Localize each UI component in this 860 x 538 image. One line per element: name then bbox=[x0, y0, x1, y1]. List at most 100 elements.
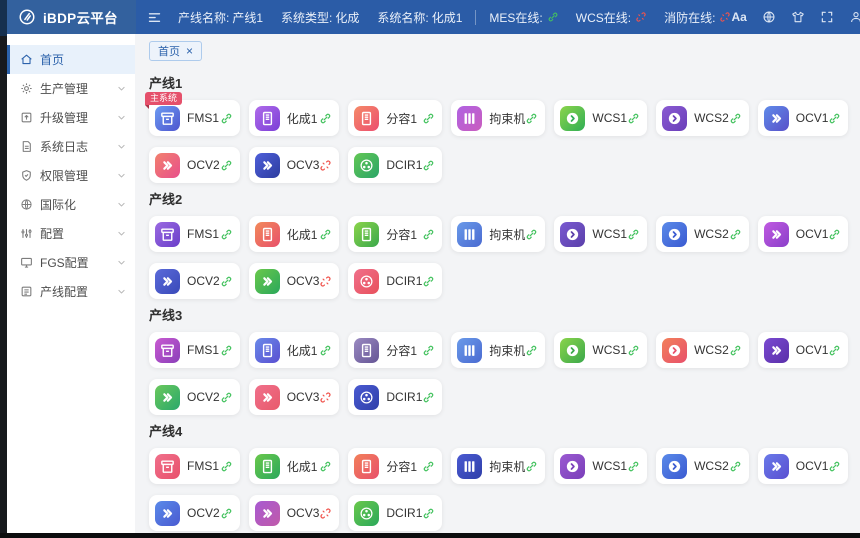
app-card-化成1[interactable]: 化成1 bbox=[249, 216, 340, 252]
app-card-拘束机[interactable]: 拘束机 bbox=[451, 216, 545, 252]
sidebar-item-production[interactable]: 生产管理 bbox=[7, 74, 135, 103]
link-icon[interactable] bbox=[220, 159, 233, 172]
app-card-分容1[interactable]: 分容1 bbox=[348, 216, 442, 252]
app-card-DCIR1[interactable]: DCIR1 bbox=[348, 147, 442, 183]
app-card-WCS2[interactable]: WCS2 bbox=[656, 332, 749, 368]
link-icon[interactable] bbox=[220, 275, 233, 288]
app-card-分容1[interactable]: 分容1 bbox=[348, 448, 442, 484]
link-icon[interactable] bbox=[729, 344, 742, 357]
app-card-分容1[interactable]: 分容1 bbox=[348, 332, 442, 368]
sidebar-collapse-icon[interactable] bbox=[147, 10, 162, 25]
app-card-拘束机[interactable]: 拘束机 bbox=[451, 332, 545, 368]
link-icon[interactable] bbox=[525, 460, 538, 473]
sidebar-item-line-config[interactable]: 产线配置 bbox=[7, 277, 135, 306]
app-card-OCV3[interactable]: OCV3 bbox=[249, 495, 340, 531]
link-icon[interactable] bbox=[627, 460, 640, 473]
app-card-拘束机[interactable]: 拘束机 bbox=[451, 448, 545, 484]
link-icon[interactable] bbox=[828, 344, 841, 357]
link-icon[interactable] bbox=[220, 112, 233, 125]
link-icon[interactable] bbox=[319, 112, 332, 125]
broken-link-icon[interactable] bbox=[319, 391, 332, 404]
link-icon[interactable] bbox=[422, 228, 435, 241]
app-card-OCV3[interactable]: OCV3 bbox=[249, 379, 340, 415]
fullscreen-icon[interactable] bbox=[820, 10, 834, 24]
app-card-分容1[interactable]: 分容1 bbox=[348, 100, 442, 136]
link-icon[interactable] bbox=[729, 460, 742, 473]
link-icon[interactable] bbox=[422, 275, 435, 288]
app-card-OCV1[interactable]: OCV1 bbox=[758, 448, 849, 484]
link-icon[interactable] bbox=[422, 112, 435, 125]
broken-link-icon[interactable] bbox=[319, 159, 332, 172]
link-icon[interactable] bbox=[220, 228, 233, 241]
app-card-WCS2[interactable]: WCS2 bbox=[656, 100, 749, 136]
app-card-OCV1[interactable]: OCV1 bbox=[758, 100, 849, 136]
app-card-DCIR1[interactable]: DCIR1 bbox=[348, 263, 442, 299]
app-card-WCS2[interactable]: WCS2 bbox=[656, 216, 749, 252]
ribbon-icon bbox=[155, 385, 180, 410]
app-card-FMS1[interactable]: 主系统FMS1 bbox=[149, 100, 240, 136]
sidebar-item-log[interactable]: 系统日志 bbox=[7, 132, 135, 161]
link-icon[interactable] bbox=[220, 460, 233, 473]
link-icon[interactable] bbox=[627, 112, 640, 125]
sidebar-item-i18n[interactable]: 国际化 bbox=[7, 190, 135, 219]
link-icon[interactable] bbox=[525, 344, 538, 357]
archive-icon bbox=[155, 222, 180, 247]
app-card-WCS1[interactable]: WCS1 bbox=[554, 448, 647, 484]
link-icon[interactable] bbox=[422, 460, 435, 473]
app-card-OCV3[interactable]: OCV3 bbox=[249, 263, 340, 299]
font-size-icon[interactable]: Aa bbox=[731, 10, 746, 24]
user-icon[interactable] bbox=[849, 10, 860, 24]
language-globe-icon[interactable] bbox=[762, 10, 776, 24]
app-card-OCV3[interactable]: OCV3 bbox=[249, 147, 340, 183]
sidebar-item-config[interactable]: 配置 bbox=[7, 219, 135, 248]
link-icon[interactable] bbox=[422, 159, 435, 172]
sidebar-item-permission[interactable]: 权限管理 bbox=[7, 161, 135, 190]
app-card-OCV1[interactable]: OCV1 bbox=[758, 216, 849, 252]
link-icon[interactable] bbox=[422, 507, 435, 520]
app-card-OCV1[interactable]: OCV1 bbox=[758, 332, 849, 368]
app-card-化成1[interactable]: 化成1 bbox=[249, 448, 340, 484]
sidebar-item-upgrade[interactable]: 升级管理 bbox=[7, 103, 135, 132]
app-card-WCS1[interactable]: WCS1 bbox=[554, 216, 647, 252]
app-card-FMS1[interactable]: FMS1 bbox=[149, 332, 240, 368]
link-icon[interactable] bbox=[319, 460, 332, 473]
link-icon[interactable] bbox=[828, 460, 841, 473]
app-card-化成1[interactable]: 化成1 bbox=[249, 332, 340, 368]
link-icon[interactable] bbox=[828, 228, 841, 241]
tab-home[interactable]: 首页 × bbox=[149, 41, 202, 61]
sidebar-item-fgs[interactable]: FGS配置 bbox=[7, 248, 135, 277]
app-card-DCIR1[interactable]: DCIR1 bbox=[348, 495, 442, 531]
link-icon[interactable] bbox=[220, 344, 233, 357]
tab-close-icon[interactable]: × bbox=[186, 45, 193, 57]
app-card-化成1[interactable]: 化成1 bbox=[249, 100, 340, 136]
link-icon[interactable] bbox=[828, 112, 841, 125]
sidebar-item-home[interactable]: 首页 bbox=[7, 45, 135, 74]
app-card-拘束机[interactable]: 拘束机 bbox=[451, 100, 545, 136]
app-card-WCS1[interactable]: WCS1 bbox=[554, 100, 647, 136]
link-icon[interactable] bbox=[525, 112, 538, 125]
archive-icon bbox=[155, 338, 180, 363]
link-icon[interactable] bbox=[627, 344, 640, 357]
broken-link-icon[interactable] bbox=[319, 275, 332, 288]
app-card-WCS1[interactable]: WCS1 bbox=[554, 332, 647, 368]
app-card-OCV2[interactable]: OCV2 bbox=[149, 263, 240, 299]
link-icon[interactable] bbox=[422, 391, 435, 404]
app-card-FMS1[interactable]: FMS1 bbox=[149, 448, 240, 484]
link-icon[interactable] bbox=[525, 228, 538, 241]
app-card-FMS1[interactable]: FMS1 bbox=[149, 216, 240, 252]
theme-shirt-icon[interactable] bbox=[791, 10, 805, 24]
link-icon[interactable] bbox=[729, 112, 742, 125]
app-card-OCV2[interactable]: OCV2 bbox=[149, 495, 240, 531]
app-card-WCS2[interactable]: WCS2 bbox=[656, 448, 749, 484]
link-icon[interactable] bbox=[627, 228, 640, 241]
link-icon[interactable] bbox=[220, 507, 233, 520]
link-icon[interactable] bbox=[729, 228, 742, 241]
app-card-OCV2[interactable]: OCV2 bbox=[149, 147, 240, 183]
broken-link-icon[interactable] bbox=[319, 507, 332, 520]
link-icon[interactable] bbox=[319, 228, 332, 241]
app-card-DCIR1[interactable]: DCIR1 bbox=[348, 379, 442, 415]
link-icon[interactable] bbox=[319, 344, 332, 357]
app-card-OCV2[interactable]: OCV2 bbox=[149, 379, 240, 415]
link-icon[interactable] bbox=[220, 391, 233, 404]
link-icon[interactable] bbox=[422, 344, 435, 357]
